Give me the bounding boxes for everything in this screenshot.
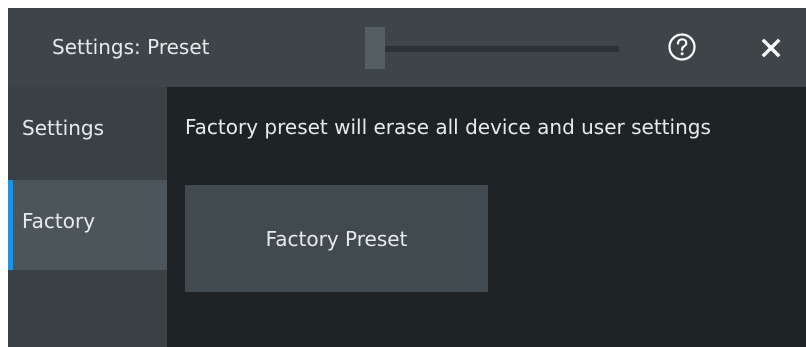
- factory-preset-warning: Factory preset will erase all device and…: [185, 115, 711, 139]
- settings-preset-dialog: Settings: Preset Settings Factory Factor…: [8, 8, 806, 347]
- drag-track: [385, 46, 619, 52]
- close-icon[interactable]: [759, 36, 783, 60]
- content-panel: Factory preset will erase all device and…: [167, 87, 806, 347]
- tab-factory[interactable]: Factory: [8, 180, 167, 270]
- factory-preset-button[interactable]: Factory Preset: [185, 185, 488, 292]
- sidebar: Settings Factory: [8, 87, 167, 347]
- help-icon[interactable]: [667, 32, 697, 62]
- tab-factory-label: Factory: [22, 209, 96, 233]
- selected-tab-indicator: [8, 180, 13, 270]
- dialog-titlebar[interactable]: Settings: Preset: [8, 8, 806, 87]
- drag-handle[interactable]: [365, 27, 385, 69]
- dialog-title: Settings: Preset: [52, 35, 210, 59]
- tab-settings-label: Settings: [22, 116, 105, 140]
- tab-settings[interactable]: Settings: [8, 87, 167, 177]
